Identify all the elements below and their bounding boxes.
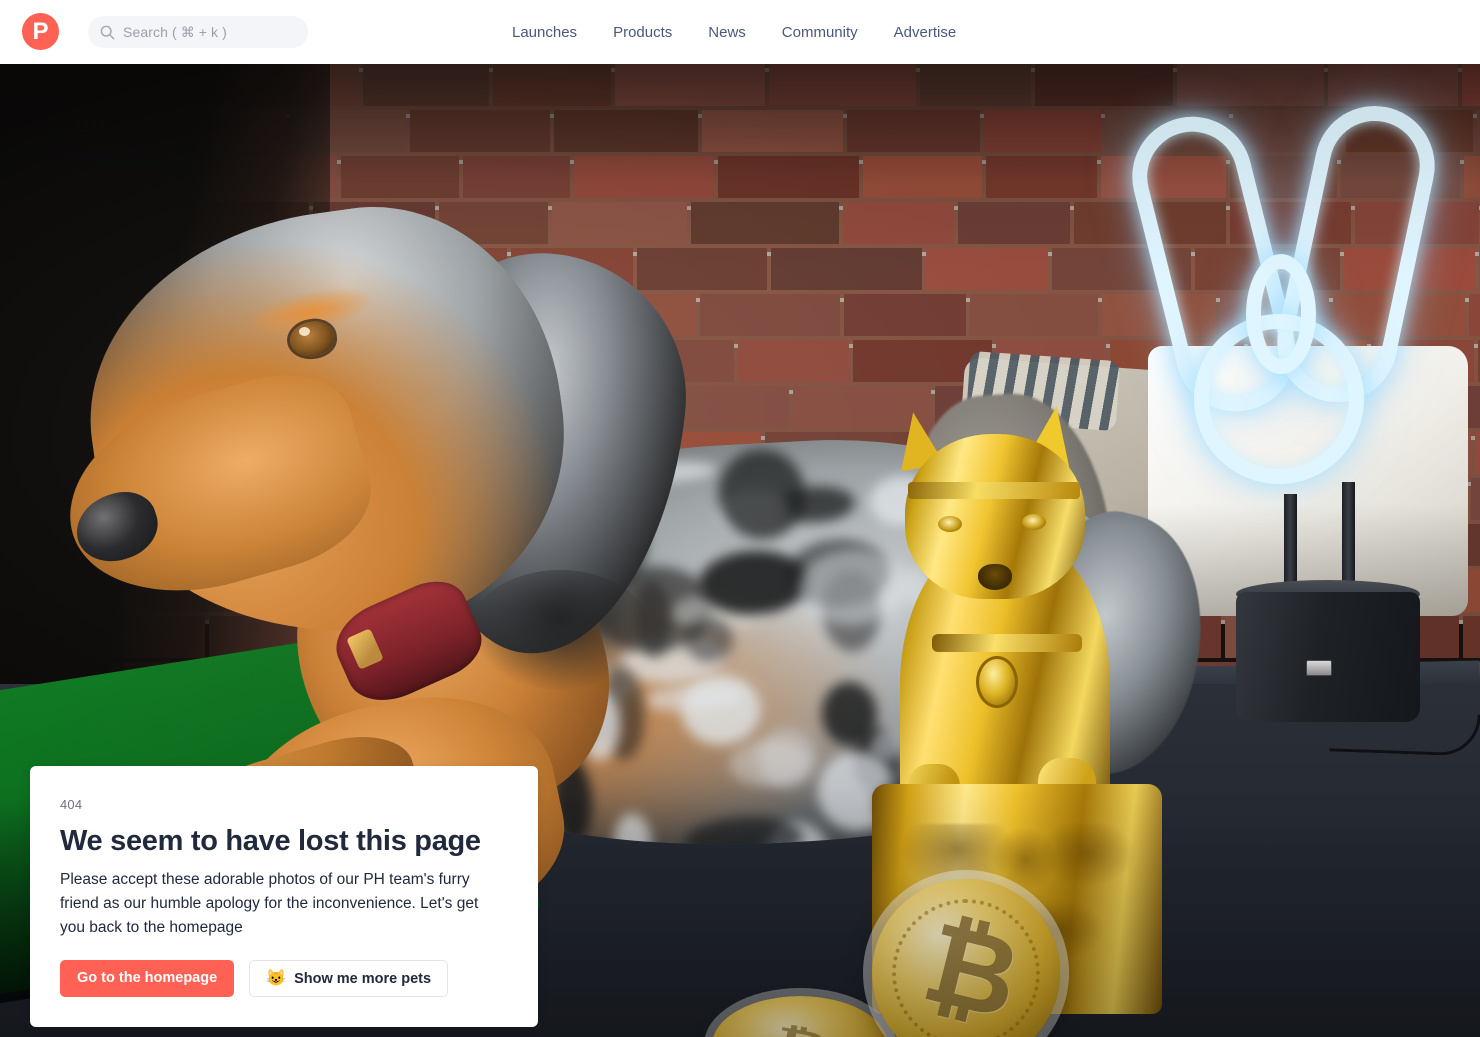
cat-statue-eye-left [938, 516, 962, 532]
cat-statue-medallion [976, 656, 1018, 708]
cat-statue-snout [978, 564, 1012, 590]
error-description: Please accept these adorable photos of o… [60, 871, 479, 937]
nav-link-products[interactable]: Products [613, 25, 672, 40]
search-icon [100, 25, 115, 40]
search-placeholder: Search ( ⌘ + k ) [123, 24, 227, 40]
site-header: P Search ( ⌘ + k ) Launches Products New… [0, 0, 1480, 64]
cat-statue-eye-right [1022, 514, 1046, 530]
page-root: P Search ( ⌘ + k ) Launches Products New… [0, 0, 1480, 1037]
nav-link-launches[interactable]: Launches [512, 25, 577, 40]
main-navigation: Launches Products News Community Adverti… [512, 0, 956, 64]
error-code: 404 [60, 797, 83, 812]
cat-statue-collar [932, 634, 1082, 652]
page-title: We seem to have lost this page [60, 825, 481, 857]
nav-link-advertise[interactable]: Advertise [894, 25, 957, 40]
error-card-actions: Go to the homepage 😺 Show me more pets [60, 960, 506, 998]
nav-link-news[interactable]: News [708, 25, 746, 40]
cat-face-icon: 😺 [266, 969, 287, 987]
nav-link-community[interactable]: Community [782, 25, 858, 40]
logo-letter: P [32, 17, 49, 45]
go-to-homepage-button[interactable]: Go to the homepage [60, 960, 235, 998]
product-hunt-logo[interactable]: P [22, 13, 59, 50]
cat-statue-headband [908, 482, 1080, 499]
search-input[interactable]: Search ( ⌘ + k ) [88, 16, 308, 48]
show-more-pets-label: Show me more pets [294, 970, 432, 987]
show-more-pets-button[interactable]: 😺 Show me more pets [249, 960, 449, 998]
error-card: 404 We seem to have lost this page Pleas… [30, 766, 538, 1028]
